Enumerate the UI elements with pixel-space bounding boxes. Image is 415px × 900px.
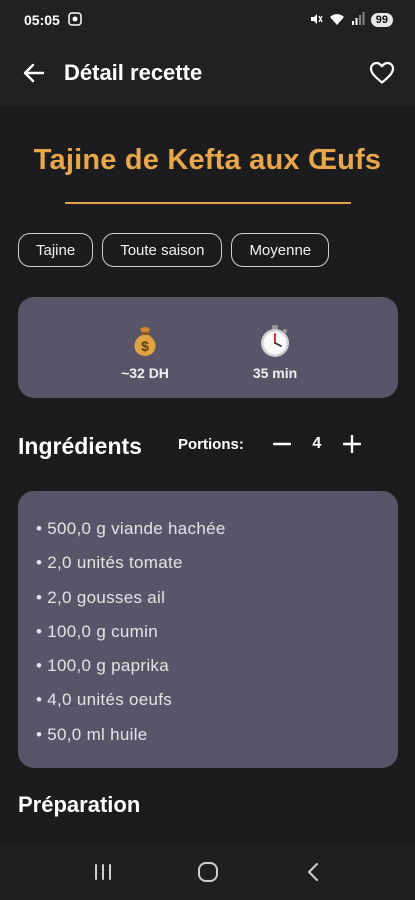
ingredient-item: • 2,0 unités tomate: [36, 553, 183, 573]
ingredients-list: • 500,0 g viande hachée • 2,0 unités tom…: [18, 491, 398, 752]
mute-icon: [309, 12, 323, 29]
home-icon: [197, 862, 218, 882]
price-value: ~32 DH: [121, 365, 169, 381]
recipe-detail-content[interactable]: Tajine de Kefta aux Œufs Tajine Toute sa…: [0, 106, 415, 844]
increase-portions-button[interactable]: [337, 429, 367, 459]
battery-indicator: 99: [370, 13, 393, 27]
price-info: $ ~32 DH: [95, 323, 195, 381]
heart-outline-icon: [369, 61, 395, 84]
system-nav-bar: [0, 844, 415, 900]
ingredient-item: • 500,0 g viande hachée: [36, 519, 226, 538]
portions-count: 4: [312, 435, 322, 452]
status-left: 05:05: [24, 11, 82, 29]
wifi-icon: [329, 12, 345, 29]
back-button[interactable]: [20, 59, 48, 87]
ingredient-item: • 2,0 gousses ail: [36, 587, 166, 607]
ingredient-item: • 4,0 unités oeufs: [36, 690, 173, 710]
page-title: Détail recette: [64, 60, 203, 85]
signal-icon: [351, 11, 365, 29]
system-back-button[interactable]: [293, 852, 333, 892]
arrow-left-icon: [23, 63, 45, 83]
duration-value: 35 min: [252, 365, 298, 381]
screen-record-icon: [68, 11, 82, 29]
stopwatch-icon: [225, 323, 325, 359]
ingredients-title: Ingrédients: [18, 433, 142, 459]
recipe-title: Tajine de Kefta aux Œufs: [33, 144, 382, 176]
home-button[interactable]: [188, 852, 228, 892]
tag-chip-category[interactable]: Tajine: [18, 233, 94, 267]
status-bar: 05:05 99: [0, 0, 415, 40]
chevron-left-icon: [307, 863, 318, 881]
info-card: $ ~32 DH 35 min: [18, 297, 398, 398]
recent-apps-icon: [94, 864, 111, 880]
status-right: 99: [309, 11, 393, 29]
app-bar: Détail recette: [0, 40, 415, 106]
portions-stepper: Portions: 4: [178, 429, 367, 459]
ingredient-item: • 100,0 g paprika: [36, 656, 169, 676]
tag-chip-difficulty[interactable]: Moyenne: [231, 233, 330, 267]
tag-chips: Tajine Toute saison Moyenne: [18, 233, 330, 267]
recent-apps-button[interactable]: [83, 852, 123, 892]
ingredient-item: • 50,0 ml huile: [36, 724, 148, 744]
duration-info: 35 min: [225, 323, 325, 381]
portions-label: Portions:: [178, 435, 244, 453]
favorite-button[interactable]: [367, 58, 397, 88]
money-bag-icon: $: [95, 323, 195, 359]
decrease-portions-button[interactable]: [267, 429, 297, 459]
ingredients-card: • 500,0 g viande hachée • 2,0 unités tom…: [18, 491, 398, 768]
status-time: 05:05: [24, 12, 60, 28]
plus-icon: [342, 435, 361, 453]
tag-chip-season[interactable]: Toute saison: [102, 233, 223, 267]
preparation-title: Préparation: [18, 792, 141, 817]
ingredient-item: • 100,0 g cumin: [36, 621, 158, 641]
title-divider: [65, 202, 351, 204]
minus-icon: [272, 442, 291, 446]
svg-text:$: $: [141, 338, 149, 354]
